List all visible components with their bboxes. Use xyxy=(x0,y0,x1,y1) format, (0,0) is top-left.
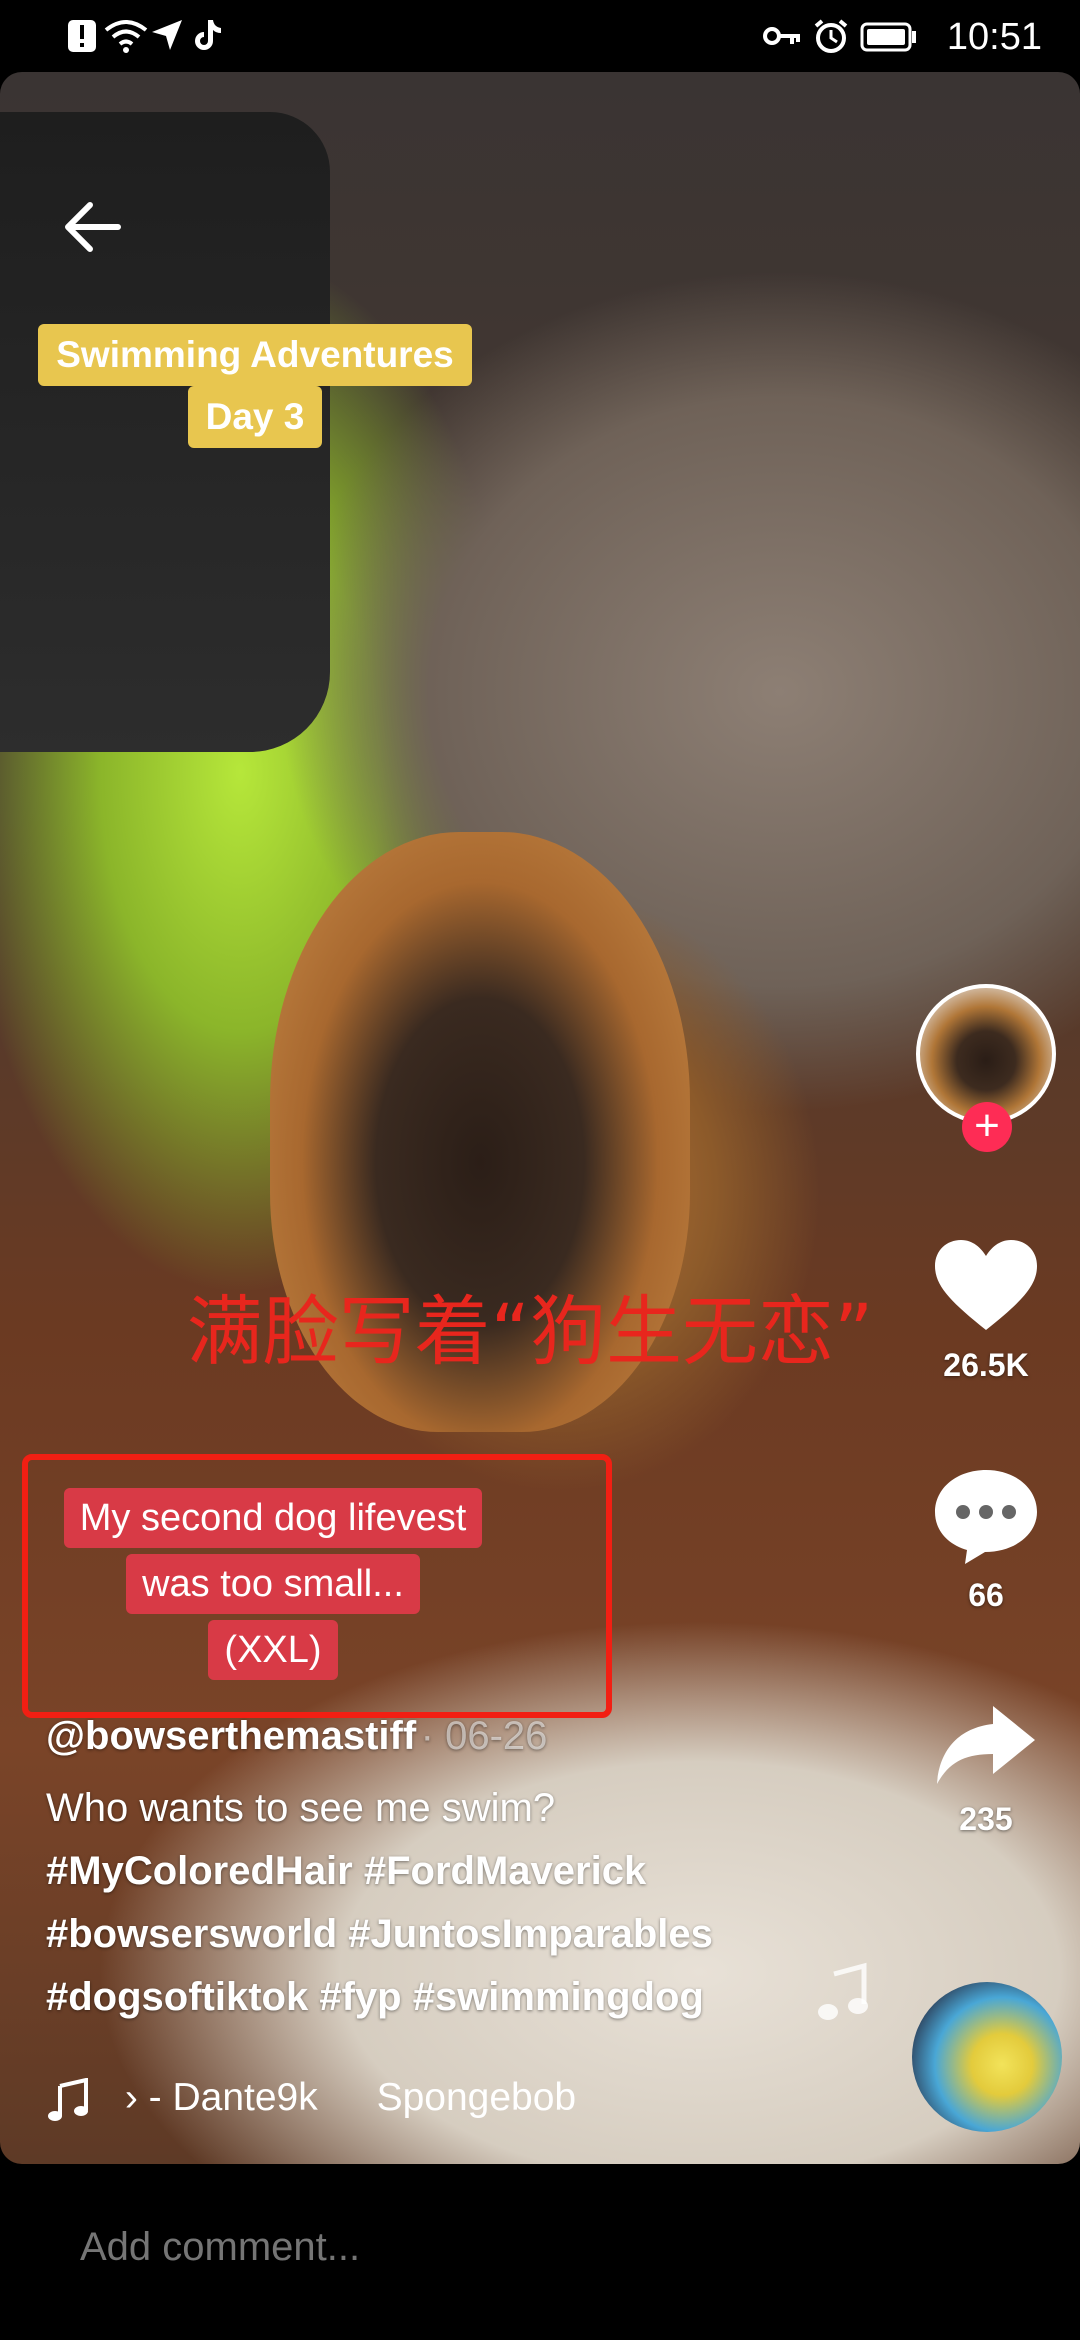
like-button[interactable]: 26.5K xyxy=(926,1236,1046,1384)
music-artist: › - Dante9k xyxy=(124,2076,318,2119)
alert-icon xyxy=(68,20,96,52)
post-caption: @bowserthemastiff · 06-26 Who wants to s… xyxy=(46,1714,866,2029)
hashtags-line-1[interactable]: #MyColoredHair #FordMaverick xyxy=(46,1840,866,1903)
status-bar: 10:51 xyxy=(0,0,1080,72)
music-disc[interactable] xyxy=(912,1982,1062,2132)
sticker-line-1: Swimming Adventures xyxy=(38,324,472,386)
wifi-icon xyxy=(104,20,148,53)
back-arrow-icon[interactable] xyxy=(58,192,128,262)
sticker-line-2: Day 3 xyxy=(187,386,323,448)
location-icon xyxy=(152,20,182,50)
heart-icon xyxy=(935,1240,1037,1330)
tiktok-icon xyxy=(195,20,221,50)
post-date: · 06-26 xyxy=(420,1714,548,1758)
alarm-icon xyxy=(814,19,848,53)
like-count: 26.5K xyxy=(943,1347,1029,1383)
comment-count: 66 xyxy=(968,1577,1004,1613)
share-arrow-icon xyxy=(937,1706,1035,1784)
comment-icon xyxy=(935,1470,1037,1564)
share-count: 235 xyxy=(959,1801,1013,1837)
comment-button[interactable]: 66 xyxy=(926,1466,1046,1614)
battery-icon xyxy=(860,22,916,52)
username-link[interactable]: @bowserthemastiff xyxy=(46,1714,416,1758)
post-description: Who wants to see me swim? #MyColoredHair… xyxy=(46,1777,866,2029)
follow-plus-button[interactable]: + xyxy=(962,1102,1012,1152)
chinese-overlay-caption: 满脸写着“狗生无恋” xyxy=(186,1287,874,1376)
hashtags-line-3[interactable]: #dogsoftiktok #fyp #swimmingdog xyxy=(46,1966,866,2029)
sticker-lifevest: My second dog lifevest was too small... … xyxy=(8,1488,538,1686)
hashtags-line-2[interactable]: #bowsersworld #JuntosImparables xyxy=(46,1903,866,1966)
comment-bar xyxy=(0,2164,1080,2340)
key-icon xyxy=(763,27,800,45)
sticker-red-line-2: was too small... xyxy=(126,1554,420,1614)
add-comment-input[interactable] xyxy=(78,2224,982,2271)
share-button[interactable]: 235 xyxy=(926,1700,1046,1838)
sticker-red-line-3: (XXL) xyxy=(208,1620,338,1680)
music-note-icon xyxy=(48,2077,88,2121)
music-title: Spongebob xyxy=(376,2076,577,2119)
music-info-row[interactable]: › - Dante9k Spongebob xyxy=(46,2076,866,2122)
status-time: 10:51 xyxy=(946,16,1042,58)
sticker-swimming-adventures: Swimming Adventures Day 3 xyxy=(20,324,490,448)
sticker-red-line-1: My second dog lifevest xyxy=(63,1488,483,1548)
description-text: Who wants to see me swim? xyxy=(46,1786,556,1830)
